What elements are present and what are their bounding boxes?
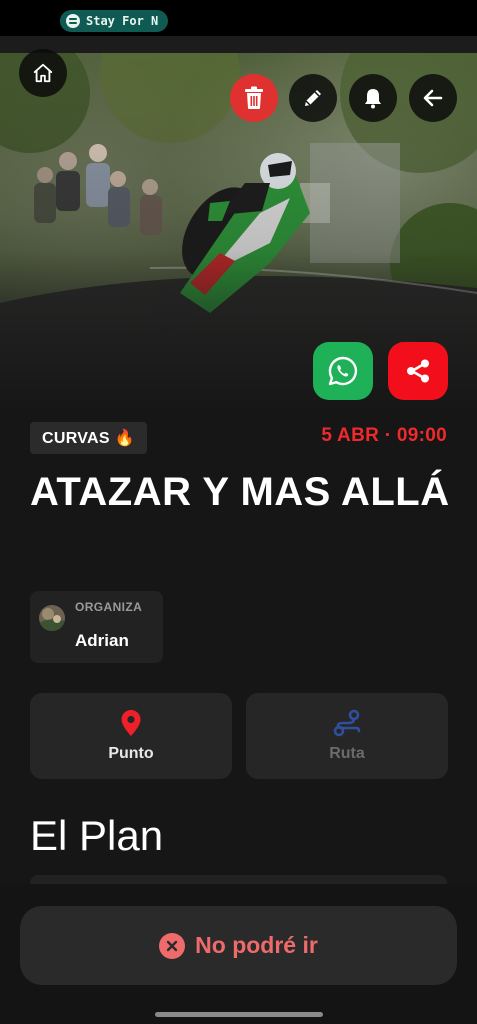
trash-icon [245,86,263,109]
organizer-label: ORGANIZA [75,600,143,614]
route-button[interactable]: Ruta [246,693,448,779]
pencil-icon [305,90,321,106]
edit-button[interactable] [289,74,337,122]
spotify-icon [66,14,80,28]
meeting-point-button[interactable]: Punto [30,693,232,779]
location-pin-icon [121,710,141,736]
arrow-left-icon [423,89,443,107]
media-chip-text: Stay For N [86,14,159,28]
organizer-name: Adrian [75,631,129,650]
share-icon [407,359,429,383]
cant-go-button[interactable]: No podré ir [20,906,457,985]
cant-go-label: No podré ir [195,932,318,958]
organizer-card[interactable]: ORGANIZA Adrian [30,591,163,663]
media-chip[interactable]: Stay For N [60,10,168,32]
plan-section-title: El Plan [30,812,164,859]
avatar [39,605,65,631]
status-bar: Stay For N [0,0,477,36]
bell-icon [365,89,381,109]
back-button[interactable] [409,74,457,122]
top-app-bar-gap [0,36,477,53]
route-label: Ruta [329,745,365,762]
close-circle-icon [159,932,186,959]
whatsapp-icon [328,356,358,386]
home-icon [33,63,53,83]
event-title: ATAZAR Y MAS ALLÁ [30,470,450,514]
whatsapp-share-button[interactable] [313,342,373,400]
delete-button[interactable] [230,74,278,122]
gesture-home-indicator[interactable] [155,1012,323,1017]
event-date: 5 ABR · 09:00 [321,425,447,446]
category-tag: CURVAS 🔥 [30,422,147,454]
meeting-point-label: Punto [108,745,154,762]
route-icon [333,709,361,737]
notifications-button[interactable] [349,74,397,122]
share-button[interactable] [388,342,448,400]
home-button[interactable] [19,49,67,97]
